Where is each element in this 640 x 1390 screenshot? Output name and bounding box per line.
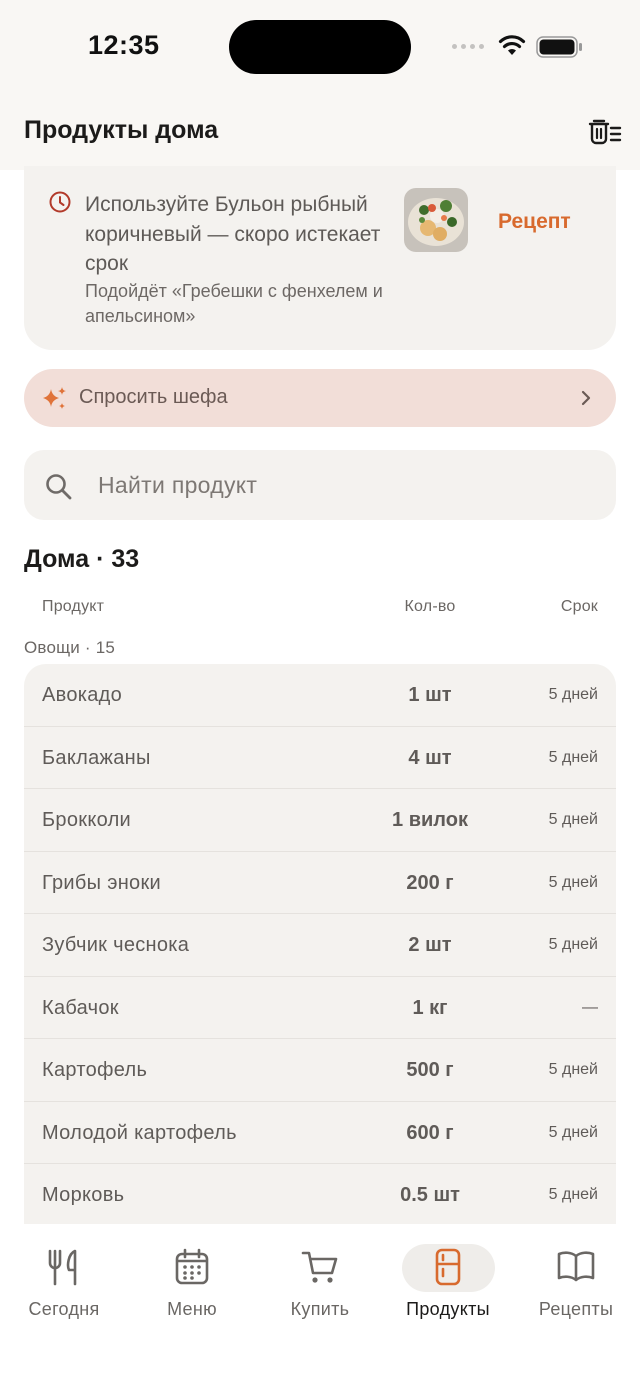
cart-icon <box>301 1251 338 1283</box>
product-name: Авокадо <box>42 684 123 706</box>
product-quantity: 0.5 шт <box>400 1184 460 1206</box>
product-quantity: 1 кг <box>412 996 448 1019</box>
tab-bar: Сегодня Меню Купить Продукты Рецепты <box>0 1224 640 1390</box>
product-name: Морковь <box>42 1184 125 1206</box>
signal-icon <box>452 44 484 49</box>
column-product: Продукт <box>42 598 105 615</box>
tab-label: Сегодня <box>28 1299 100 1319</box>
tab-label: Рецепты <box>538 1299 614 1319</box>
search-input[interactable] <box>98 467 578 503</box>
product-name: Зубчик чеснока <box>42 934 190 956</box>
battery-icon <box>536 36 582 58</box>
ask-chef-label: Спросить шефа <box>79 386 228 408</box>
product-expiry: — <box>582 998 598 1016</box>
product-quantity: 600 г <box>406 1121 454 1144</box>
list-item[interactable]: Молодой картофель 600 г 5 дней <box>24 1102 616 1164</box>
tab-menu[interactable]: Меню <box>128 1224 256 1334</box>
tab-label: Купить <box>290 1299 350 1319</box>
search-icon <box>46 474 72 500</box>
calendar-icon <box>175 1248 209 1285</box>
product-name: Картофель <box>42 1059 148 1081</box>
product-quantity: 1 шт <box>408 684 452 706</box>
product-list: Авокадо 1 шт 5 дней Баклажаны 4 шт 5 дне… <box>24 664 616 1224</box>
product-expiry: 5 дней <box>548 686 598 703</box>
book-icon <box>557 1251 595 1282</box>
product-name: Грибы эноки <box>42 871 161 894</box>
chevron-right-icon <box>581 390 591 406</box>
product-name: Кабачок <box>42 996 119 1019</box>
list-item[interactable]: Морковь 0.5 шт 5 дней <box>24 1164 616 1224</box>
wifi-icon <box>498 35 526 55</box>
product-expiry: 5 дней <box>548 1123 598 1141</box>
expiry-suggestion-card: Используйте Бульон рыбный коричневый — с… <box>24 166 616 350</box>
column-quantity: Кол-во <box>404 598 456 615</box>
recipe-button[interactable]: Рецепт <box>498 210 571 234</box>
ask-chef-button[interactable]: Спросить шефа <box>24 369 616 427</box>
recipe-thumbnail[interactable] <box>404 188 468 252</box>
product-name: Молодой картофель <box>42 1121 237 1144</box>
fork-knife-icon <box>48 1249 77 1286</box>
page-title: Продукты дома <box>24 116 219 144</box>
tab-label: Продукты <box>406 1299 490 1319</box>
product-expiry: 5 дней <box>548 748 598 766</box>
list-item[interactable]: Брокколи 1 вилок 5 дней <box>24 789 616 852</box>
group-label: Овощи · 15 <box>24 638 116 657</box>
search-bar <box>24 450 616 520</box>
product-expiry: 5 дней <box>548 811 598 828</box>
status-time: 12:35 <box>88 30 160 60</box>
recipe-suggestion: Подойдёт «Гребешки с фенхелем и апельсин… <box>85 281 383 326</box>
list-item[interactable]: Зубчик чеснока 2 шт 5 дней <box>24 914 616 977</box>
tab-today[interactable]: Сегодня <box>0 1224 128 1334</box>
tab-recipes[interactable]: Рецепты <box>512 1224 640 1334</box>
product-expiry: 5 дней <box>548 873 598 891</box>
expiry-message: Используйте Бульон рыбный коричневый — с… <box>85 193 381 275</box>
product-quantity: 500 г <box>406 1059 454 1081</box>
product-expiry: 5 дней <box>548 1186 598 1203</box>
list-item[interactable]: Кабачок 1 кг — <box>24 977 616 1039</box>
list-item[interactable]: Грибы эноки 200 г 5 дней <box>24 852 616 914</box>
column-expiry: Срок <box>560 598 598 615</box>
status-icons <box>452 34 592 62</box>
trash-list-icon[interactable] <box>588 116 622 146</box>
fridge-icon <box>435 1248 461 1286</box>
clock-icon <box>49 191 71 213</box>
product-quantity: 4 шт <box>408 746 452 769</box>
list-item[interactable]: Авокадо 1 шт 5 дней <box>24 664 616 727</box>
product-expiry: 5 дней <box>548 936 598 953</box>
product-name: Брокколи <box>42 809 132 831</box>
list-item[interactable]: Баклажаны 4 шт 5 дней <box>24 727 616 789</box>
product-quantity: 200 г <box>406 871 454 894</box>
dynamic-island <box>229 20 411 74</box>
product-quantity: 2 шт <box>408 934 452 956</box>
sparkle-icon <box>43 387 66 409</box>
product-expiry: 5 дней <box>548 1061 598 1078</box>
tab-products[interactable]: Продукты <box>384 1224 512 1334</box>
product-name: Баклажаны <box>42 746 151 769</box>
tab-buy[interactable]: Купить <box>256 1224 384 1334</box>
product-quantity: 1 вилок <box>392 809 468 831</box>
tab-label: Меню <box>167 1299 217 1319</box>
inventory-heading: Дома · 33 <box>24 545 140 573</box>
list-item[interactable]: Картофель 500 г 5 дней <box>24 1039 616 1102</box>
